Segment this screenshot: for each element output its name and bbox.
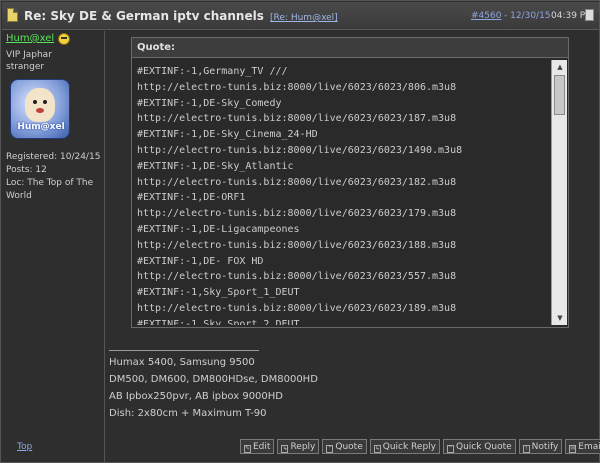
avatar[interactable]: Hum@xel: [10, 79, 70, 139]
avatar-dog-image: [25, 88, 55, 122]
quick-quote-button[interactable]: “Quick Quote: [443, 439, 516, 454]
quote-icon: “: [326, 445, 334, 453]
post-count: Posts: 12: [6, 165, 47, 175]
quote-line: http://electro-tunis.biz:8000/live/6023/…: [137, 208, 457, 220]
quote-line: #EXTINF:-1,Germany_TV ///: [137, 66, 288, 77]
quote-body[interactable]: #EXTINF:-1,Germany_TV /// http://electro…: [132, 60, 551, 325]
quote-line: http://electro-tunis.biz:8000/live/6023/…: [137, 271, 457, 283]
signature-line: Dish: 2x80cm + Maximum T-90: [109, 408, 267, 419]
user-title: VIP Japhar stranger: [6, 49, 76, 73]
quote-line: #EXTINF:-1,Sky_Sport_2_DEUT: [137, 318, 300, 325]
notify-button[interactable]: ! Notify: [518, 439, 563, 454]
quote-line: #EXTINF:-1,DE-Sky_Atlantic: [137, 160, 294, 172]
username-link[interactable]: Hum@xel: [6, 33, 54, 44]
scrollbar-thumb[interactable]: [554, 75, 565, 115]
scroll-up-arrow-icon[interactable]: ▲: [554, 61, 566, 73]
quick-reply-icon: ↳: [373, 445, 381, 453]
quote-scrollbar[interactable]: ▲ ▼: [551, 60, 567, 325]
quote-line: http://electro-tunis.biz:8000/live/6023/…: [137, 239, 457, 251]
email-post-button-label: Email Post: [578, 442, 600, 452]
quote-line: http://electro-tunis.biz:8000/live/6023/…: [137, 81, 457, 93]
document-icon: [7, 8, 18, 22]
quote-line: #EXTINF:-1,DE-Sky_Cinema_24-HD: [137, 129, 318, 141]
page-icon[interactable]: [585, 9, 594, 21]
smiley-icon: [58, 33, 70, 45]
user-stats: Registered: 10/24/15 Posts: 12 Loc: The …: [6, 151, 106, 203]
quote-line: http://electro-tunis.biz:8000/live/6023/…: [137, 144, 463, 156]
user-title-line: stranger: [6, 62, 45, 72]
quote-button-label: Quote: [335, 442, 363, 452]
quote-line: #EXTINF:-1,DE-Ligacampeones: [137, 223, 300, 235]
scroll-down-arrow-icon[interactable]: ▼: [554, 312, 566, 324]
quote-line: http://electro-tunis.biz:8000/live/6023/…: [137, 113, 457, 125]
email-post-button[interactable]: ✉Email Post: [565, 439, 600, 454]
quote-line: #EXTINF:-1,DE-ORF1: [137, 192, 246, 204]
signature-line: DM500, DM600, DM800HDse, DM8000HD: [109, 374, 318, 385]
quote-line: #EXTINF:-1,DE-Sky_Comedy: [137, 97, 282, 109]
quote-line: http://electro-tunis.biz:8000/live/6023/…: [137, 302, 457, 314]
edit-icon: ✎: [244, 445, 251, 453]
post-number-link[interactable]: #4560: [471, 11, 501, 21]
quote-line: #EXTINF:-1,Sky_Sport_1_DEUT: [137, 287, 300, 299]
quote-button[interactable]: “Quote: [322, 439, 367, 454]
notify-icon: !: [522, 445, 530, 453]
reply-icon: ↳: [281, 445, 289, 453]
avatar-logo-text: Hum@xel: [17, 122, 65, 132]
post-title: Re: Sky DE & German iptv channels [Re: H…: [24, 9, 338, 23]
quick-reply-button-label: Quick Reply: [382, 442, 436, 452]
user-location: Loc: The Top of The World: [6, 178, 94, 201]
quote-header: Quote:: [132, 38, 568, 58]
post-date: - 12/30/15: [504, 11, 551, 21]
reply-button-label: Reply: [290, 442, 316, 452]
registered-date: Registered: 10/24/15: [6, 152, 101, 162]
post-action-buttons: ✎ Edit ↳ Reply “Quote ↳ Quick Reply “Quick Quot…: [237, 439, 600, 455]
edit-button[interactable]: ✎ Edit: [240, 439, 275, 454]
quick-reply-button[interactable]: ↳ Quick Reply: [369, 439, 440, 454]
quote-line: #EXTINF:-1,DE- FOX HD: [137, 255, 264, 267]
quote-box: Quote: #EXTINF:-1,Germany_TV /// http://…: [131, 37, 569, 328]
user-sidebar: Hum@xel VIP Japhar stranger Hum@xel Regi…: [2, 31, 105, 463]
reply-to-link[interactable]: [Re: Hum@xel]: [270, 13, 338, 23]
quick-quote-button-label: Quick Quote: [456, 442, 512, 452]
signature-divider: [109, 350, 259, 351]
quote-line: http://electro-tunis.biz:8000/live/6023/…: [137, 176, 457, 188]
top-link[interactable]: Top: [17, 442, 32, 452]
signature: Humax 5400, Samsung 9500 DM500, DM600, D…: [109, 354, 318, 422]
signature-line: Humax 5400, Samsung 9500: [109, 357, 255, 368]
user-title-line: VIP Japhar: [6, 50, 52, 60]
edit-button-label: Edit: [253, 442, 271, 452]
notify-button-label: Notify: [531, 442, 559, 452]
quick-quote-icon: “: [447, 445, 454, 453]
reply-button[interactable]: ↳ Reply: [277, 439, 320, 454]
email-icon: ✉: [569, 445, 577, 453]
post-title-text: Re: Sky DE & German iptv channels: [24, 9, 264, 23]
signature-line: AB Ipbox250pvr, AB ipbox 9000HD: [109, 391, 284, 402]
forum-post: Re: Sky DE & German iptv channels [Re: H…: [0, 0, 600, 463]
post-header: Re: Sky DE & German iptv channels [Re: H…: [2, 2, 599, 30]
